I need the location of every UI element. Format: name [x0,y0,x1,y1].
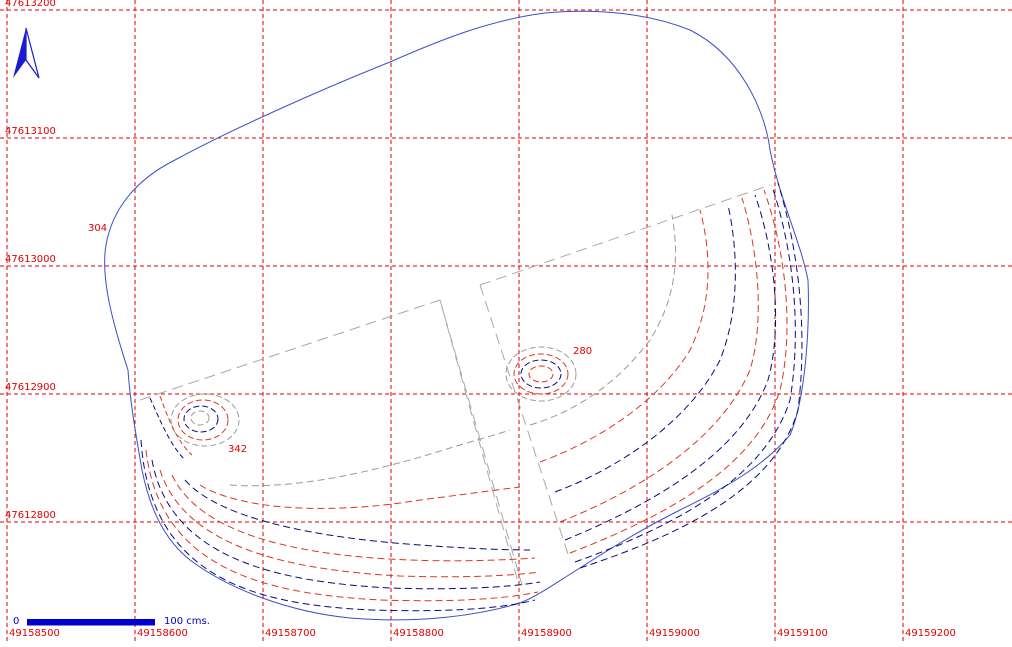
northing-label: 47612800 [5,510,56,521]
northing-label: 47612900 [5,382,56,393]
map-background [0,0,1012,642]
scale-bar-start-label: 0 [13,616,19,627]
scale-bar-fill [27,619,155,625]
map-frame[interactable]: 49158500 49158600 49158700 49158800 4915… [0,0,1012,642]
easting-label: 49159100 [777,628,828,639]
easting-label: 49159200 [905,628,956,639]
map-canvas[interactable]: 49158500 49158600 49158700 49158800 4915… [0,0,1012,642]
northing-label: 47613000 [5,254,56,265]
northing-label: 47613200 [5,0,56,9]
scale-bar-end-label: 100 cms. [164,616,210,627]
easting-label: 49158800 [393,628,444,639]
spot-height-label: 280 [573,346,592,357]
easting-label: 49158700 [265,628,316,639]
spot-height-label: 304 [88,223,107,234]
easting-label: 49158900 [521,628,572,639]
northing-label: 47613100 [5,126,56,137]
easting-label: 49158600 [137,628,188,639]
easting-label: 49159000 [649,628,700,639]
easting-label: 49158500 [9,628,60,639]
spot-height-label: 342 [228,444,247,455]
